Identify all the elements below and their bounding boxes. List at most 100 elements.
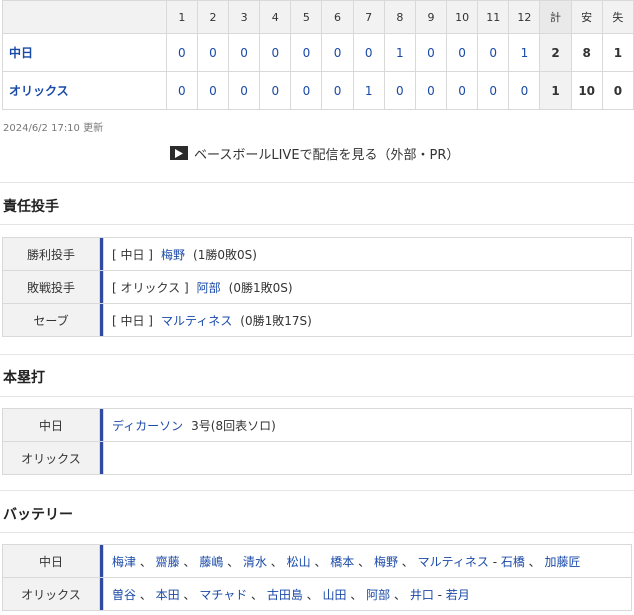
list-separator: 、: [136, 587, 156, 602]
section-divider: [0, 354, 634, 355]
pitchers-player-link[interactable]: 曽谷: [112, 588, 136, 602]
list-separator: 、: [223, 554, 243, 569]
inning-score: 0: [508, 71, 541, 110]
inning-score: 0: [321, 33, 354, 72]
pitchers-player-link[interactable]: 本田: [156, 588, 180, 602]
section-divider: [0, 224, 634, 225]
section-title-homeruns: 本塁打: [3, 370, 45, 386]
inning-score: 0: [196, 33, 230, 72]
pitcher-name-link[interactable]: 阿部: [197, 281, 221, 295]
pitchers-player-link[interactable]: 梅津: [112, 555, 136, 569]
pitcher-label: セーブ: [2, 303, 100, 337]
pitcher-label: 勝利投手: [2, 237, 100, 271]
scoreboard-row-chunichi: 中日 0 0 0 0 0 0 0 1 0 0 0 1 2 8 1: [2, 33, 634, 72]
section-divider: [0, 396, 634, 397]
inning-score: 0: [290, 33, 323, 72]
scoreboard-corner: [2, 0, 167, 34]
battery-row: オリックス 曽谷 、 本田 、 マチャド 、 古田島 、 山田 、 阿部 、 井…: [2, 577, 632, 611]
total-runs-header: 計: [539, 0, 572, 34]
list-separator: 、: [310, 554, 331, 569]
pitchers-player-link[interactable]: 清水: [243, 555, 267, 569]
battery-row: 中日 梅津 、 齋藤 、 藤嶋 、 清水 、 松山 、 橋本 、 梅野 、 マル…: [2, 544, 632, 578]
pitchers-table: 勝利投手 [ 中日 ] 梅野 (1勝0敗0S) 敗戦投手 [ オリックス ] 阿部 (0…: [2, 237, 632, 337]
pitchers-player-link[interactable]: 阿部: [366, 588, 390, 602]
pitcher-value: [ 中日 ] 梅野 (1勝0敗0S): [103, 237, 632, 271]
list-separator: 、: [524, 554, 545, 569]
pitcher-name-link[interactable]: マルティネス: [161, 314, 232, 328]
baseball-live-link[interactable]: ベースボールLIVEで配信を見る（外部・PR）: [170, 143, 459, 163]
inning-header: 3: [228, 0, 261, 34]
battery-table: 中日 梅津 、 齋藤 、 藤嶋 、 清水 、 松山 、 橋本 、 梅野 、 マル…: [2, 544, 632, 611]
inning-score: 0: [290, 71, 323, 110]
inning-score: 0: [477, 71, 510, 110]
inning-score: 1: [383, 33, 416, 72]
inning-header: 11: [477, 0, 510, 34]
baseball-live-label: ベースボールLIVEで配信を見る（外部・PR）: [194, 147, 460, 163]
pitcher-row: セーブ [ 中日 ] マルティネス (0勝1敗17S): [2, 303, 632, 337]
pitcher-stats: (0勝1敗0S): [228, 280, 293, 295]
play-icon: [170, 146, 188, 160]
scoreboard-header-row: 1 2 3 4 5 6 7 8 9 10 11 12 計 安 失: [2, 0, 634, 34]
pitchers-player-link[interactable]: 藤嶋: [199, 555, 223, 569]
total-errors-header: 失: [601, 0, 634, 34]
pitcher-stats: (1勝0敗0S): [193, 247, 257, 262]
list-separator: 、: [354, 554, 374, 569]
inning-header: 4: [259, 0, 292, 34]
catchers-player-link[interactable]: 加藤匠: [545, 555, 581, 569]
team-name-link[interactable]: オリックス: [2, 71, 167, 110]
pitcher-stats: (0勝1敗17S): [240, 313, 312, 328]
updated-timestamp: 2024/6/2 17:10 更新: [3, 123, 104, 134]
catchers-player-link[interactable]: 石橋: [501, 555, 525, 569]
battery-list: 梅津 、 齋藤 、 藤嶋 、 清水 、 松山 、 橋本 、 梅野 、 マルティネ…: [103, 544, 632, 578]
homerun-team-label: 中日: [2, 408, 100, 442]
list-separator: 、: [302, 587, 323, 602]
pitcher-name-link[interactable]: 梅野: [161, 248, 185, 262]
section-title-battery: バッテリー: [3, 507, 73, 523]
inning-score: 0: [259, 71, 292, 110]
pitchers-player-link[interactable]: マチャド: [199, 588, 247, 602]
pitchers-player-link[interactable]: 梅野: [374, 555, 398, 569]
section-divider: [0, 182, 634, 183]
inning-score: 0: [352, 33, 385, 72]
team-name-link[interactable]: 中日: [2, 33, 167, 72]
game-result-page: 1 2 3 4 5 6 7 8 9 10 11 12 計 安 失 中日 0 0: [0, 0, 634, 615]
inning-score: 0: [414, 33, 448, 72]
catchers-player-link[interactable]: 若月: [446, 588, 470, 602]
pitchers-player-link[interactable]: 山田: [323, 588, 347, 602]
total-errors: 0: [601, 71, 634, 110]
battery-dash: -: [488, 554, 501, 569]
total-hits: 10: [570, 71, 603, 110]
pitchers-player-link[interactable]: 松山: [287, 555, 311, 569]
homerun-player-link[interactable]: ディカーソン: [112, 419, 183, 433]
inning-header: 12: [508, 0, 541, 34]
inning-header: 1: [165, 0, 198, 34]
scoreboard-table: 1 2 3 4 5 6 7 8 9 10 11 12 計 安 失 中日 0 0: [2, 0, 634, 110]
scoreboard-row-orix: オリックス 0 0 0 0 0 0 1 0 0 0 0 0 1 10 0: [2, 71, 634, 110]
list-separator: 、: [247, 587, 267, 602]
inning-score: 1: [352, 71, 385, 110]
pitchers-player-link[interactable]: 古田島: [267, 588, 303, 602]
total-runs: 2: [539, 33, 572, 72]
pitchers-player-link[interactable]: マルティネス: [418, 555, 489, 569]
inning-score: 0: [165, 71, 198, 110]
inning-score: 0: [321, 71, 354, 110]
list-separator: 、: [179, 554, 200, 569]
homerun-value: ディカーソン 3号(8回表ソロ): [103, 408, 632, 442]
homerun-row: 中日 ディカーソン 3号(8回表ソロ): [2, 408, 632, 442]
inning-header: 9: [414, 0, 448, 34]
pitcher-value: [ 中日 ] マルティネス (0勝1敗17S): [103, 303, 632, 337]
total-hits-header: 安: [570, 0, 603, 34]
list-separator: 、: [346, 587, 367, 602]
battery-list: 曽谷 、 本田 、 マチャド 、 古田島 、 山田 、 阿部 、 井口 - 若月: [103, 577, 632, 611]
inning-header: 6: [321, 0, 354, 34]
pitchers-player-link[interactable]: 齋藤: [156, 555, 180, 569]
pitchers-player-link[interactable]: 橋本: [330, 555, 354, 569]
homerun-team-label: オリックス: [2, 441, 100, 475]
battery-dash: -: [433, 587, 446, 602]
homerun-value: [103, 441, 632, 475]
section-title-pitchers: 責任投手: [3, 199, 59, 215]
battery-team-label: 中日: [2, 544, 100, 578]
section-divider: [0, 490, 634, 491]
pitchers-player-link[interactable]: 井口: [410, 588, 434, 602]
list-separator: 、: [390, 587, 410, 602]
